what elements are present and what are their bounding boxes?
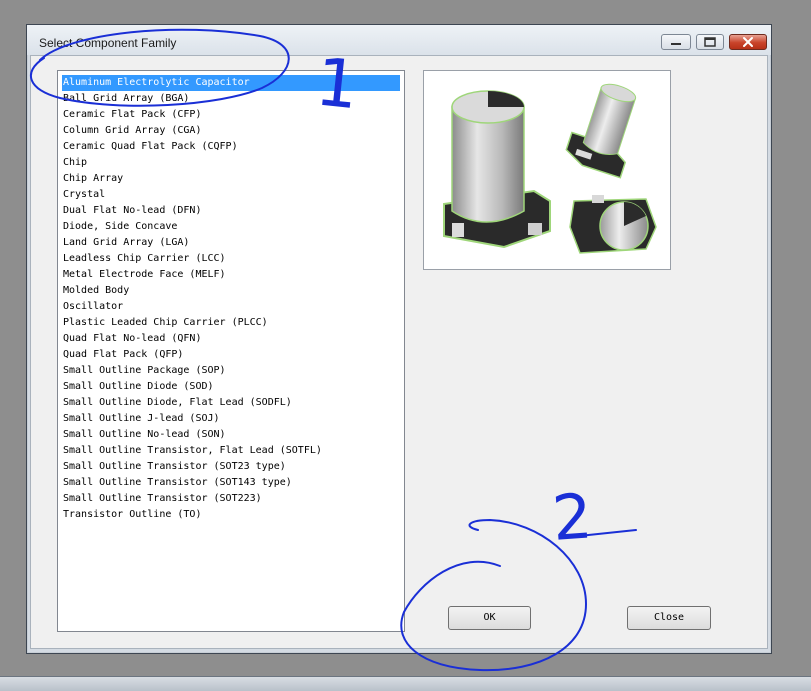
list-item[interactable]: Small Outline Transistor (SOT223) — [62, 491, 400, 507]
minimize-button[interactable] — [661, 34, 691, 50]
close-button[interactable]: Close — [627, 606, 711, 630]
close-icon — [743, 37, 753, 47]
list-item[interactable]: Metal Electrode Face (MELF) — [62, 267, 400, 283]
list-item[interactable]: Leadless Chip Carrier (LCC) — [62, 251, 400, 267]
list-item[interactable]: Transistor Outline (TO) — [62, 507, 400, 523]
maximize-button[interactable] — [696, 34, 724, 50]
list-item[interactable]: Quad Flat No-lead (QFN) — [62, 331, 400, 347]
list-item[interactable]: Column Grid Array (CGA) — [62, 123, 400, 139]
list-item[interactable]: Ball Grid Array (BGA) — [62, 91, 400, 107]
list-item[interactable]: Aluminum Electrolytic Capacitor — [62, 75, 400, 91]
ok-button[interactable]: OK — [448, 606, 531, 630]
component-preview-image — [423, 70, 671, 270]
list-item[interactable]: Small Outline Transistor (SOT23 type) — [62, 459, 400, 475]
title-bar[interactable]: Select Component Family — [27, 25, 771, 55]
list-item[interactable]: Chip Array — [62, 171, 400, 187]
select-component-family-dialog: Select Component Family Aluminum Electro… — [26, 24, 772, 654]
window-title: Select Component Family — [39, 36, 177, 50]
list-item[interactable]: Small Outline Diode, Flat Lead (SODFL) — [62, 395, 400, 411]
list-item[interactable]: Small Outline Diode (SOD) — [62, 379, 400, 395]
list-item[interactable]: Chip — [62, 155, 400, 171]
list-item[interactable]: Plastic Leaded Chip Carrier (PLCC) — [62, 315, 400, 331]
list-item[interactable]: Small Outline No-lead (SON) — [62, 427, 400, 443]
list-item[interactable]: Crystal — [62, 187, 400, 203]
capacitor-preview-graphic — [443, 83, 657, 254]
list-item[interactable]: Small Outline Transistor, Flat Lead (SOT… — [62, 443, 400, 459]
list-item[interactable]: Small Outline Transistor (SOT143 type) — [62, 475, 400, 491]
window-close-button[interactable] — [729, 34, 767, 50]
list-item[interactable]: Land Grid Array (LGA) — [62, 235, 400, 251]
list-item[interactable]: Ceramic Quad Flat Pack (CQFP) — [62, 139, 400, 155]
dialog-client-area: Aluminum Electrolytic Capacitor Ball Grid… — [30, 55, 768, 649]
list-item[interactable]: Dual Flat No-lead (DFN) — [62, 203, 400, 219]
list-item[interactable]: Oscillator — [62, 299, 400, 315]
list-item[interactable]: Quad Flat Pack (QFP) — [62, 347, 400, 363]
list-item[interactable]: Ceramic Flat Pack (CFP) — [62, 107, 400, 123]
list-item[interactable]: Diode, Side Concave — [62, 219, 400, 235]
list-item[interactable]: Molded Body — [62, 283, 400, 299]
component-family-list[interactable]: Aluminum Electrolytic Capacitor Ball Grid… — [57, 70, 405, 632]
maximize-icon — [704, 37, 716, 47]
list-item[interactable]: Small Outline J-lead (SOJ) — [62, 411, 400, 427]
taskbar-strip — [0, 676, 811, 691]
minimize-icon — [671, 43, 681, 45]
list-item[interactable]: Small Outline Package (SOP) — [62, 363, 400, 379]
